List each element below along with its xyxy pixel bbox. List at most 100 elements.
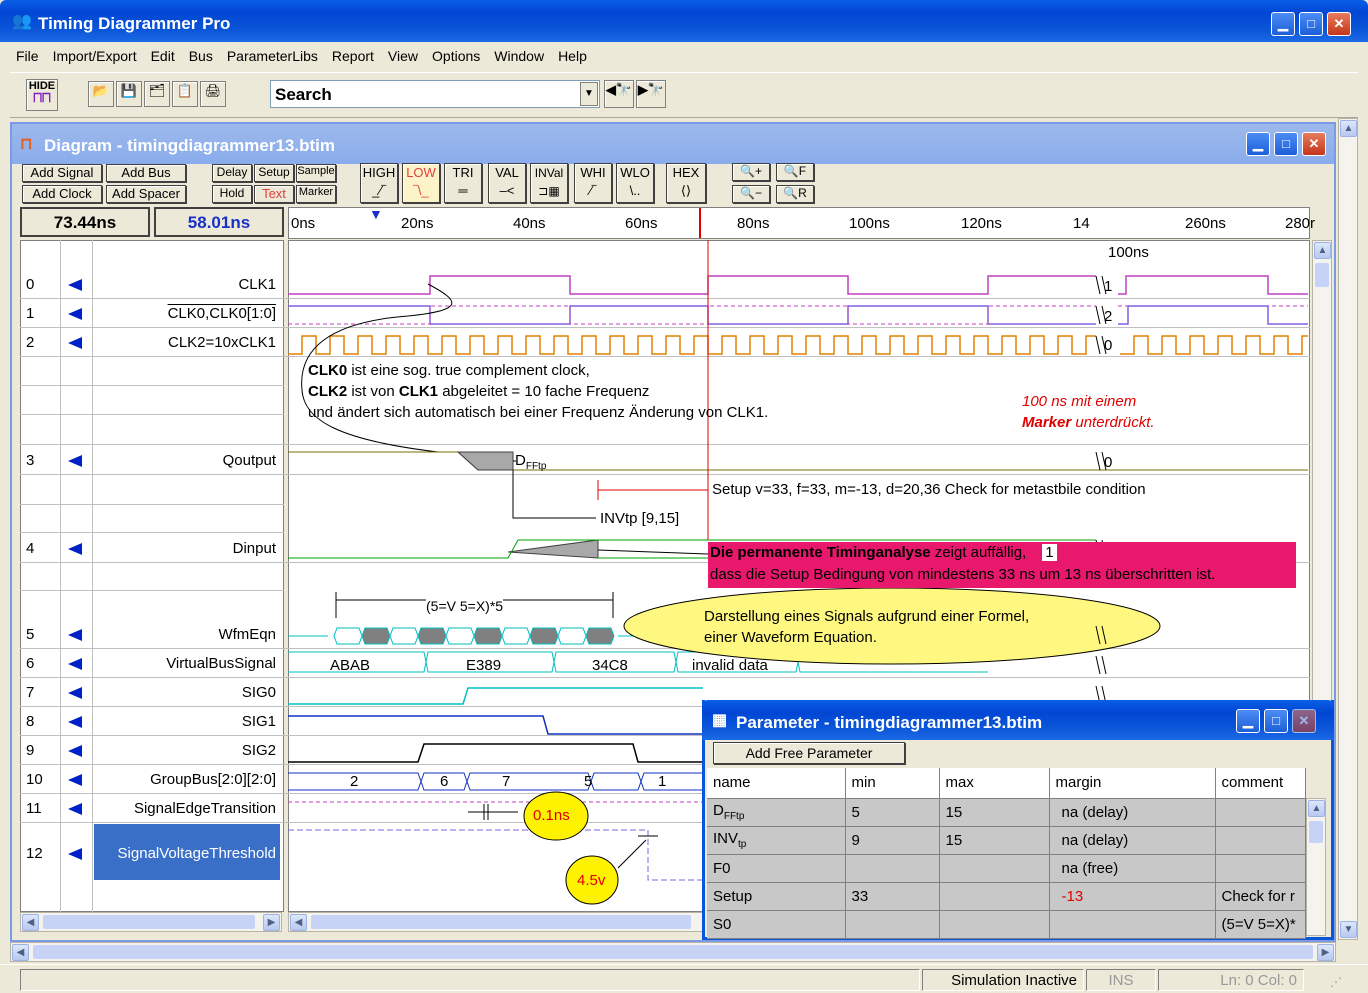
menu-help[interactable]: Help: [558, 48, 587, 64]
hold-button[interactable]: Hold: [212, 185, 252, 203]
zoom-in-button[interactable]: 🔍+: [732, 163, 770, 181]
param-vscrollbar[interactable]: ▲: [1306, 798, 1326, 936]
menu-view[interactable]: View: [388, 48, 418, 64]
param-close-button[interactable]: ✕: [1292, 709, 1316, 733]
ole-copy-icon[interactable]: 📋: [172, 81, 198, 107]
param-maximize-button[interactable]: □: [1264, 709, 1288, 733]
diagram-maximize-button[interactable]: □: [1274, 132, 1298, 156]
menu-report[interactable]: Report: [332, 48, 374, 64]
menu-bus[interactable]: Bus: [189, 48, 213, 64]
inval-button[interactable]: INVal ⊐▦: [530, 163, 568, 203]
close-button[interactable]: ✕: [1327, 12, 1351, 36]
signal-arrow-icon[interactable]: [68, 745, 82, 757]
setup-button[interactable]: Setup: [254, 164, 294, 182]
menu-parameterlibs[interactable]: ParameterLibs: [227, 48, 318, 64]
hex-button[interactable]: HEX ⟨⟩: [666, 163, 706, 203]
minimize-button[interactable]: ▁: [1271, 12, 1295, 36]
scroll-left-icon[interactable]: ◀: [290, 914, 307, 931]
menu-file[interactable]: File: [16, 48, 39, 64]
val-button[interactable]: VAL ‒<: [488, 163, 526, 203]
scroll-left-icon[interactable]: ◀: [22, 914, 39, 931]
param-minimize-button[interactable]: ▁: [1236, 709, 1260, 733]
signal-arrow-icon[interactable]: [68, 848, 82, 860]
scroll-up-icon[interactable]: ▲: [1314, 242, 1331, 259]
wfmeqn-segment: [389, 627, 419, 645]
col-header-name[interactable]: name: [707, 768, 846, 799]
signal-arrow-icon[interactable]: [68, 687, 82, 699]
zoom-reset-button[interactable]: 🔍R: [776, 185, 814, 203]
scroll-up-icon[interactable]: ▲: [1340, 120, 1357, 137]
menu-import-export[interactable]: Import/Export: [53, 48, 137, 64]
tri-button[interactable]: TRI ═: [444, 163, 482, 203]
save-all-icon[interactable]: 🗂: [144, 81, 170, 107]
signal-arrow-icon[interactable]: [68, 455, 82, 467]
table-row[interactable]: DFFtp 5 15 na (delay): [707, 798, 1306, 827]
cursor-position: Ln: 0 Col: 0: [1158, 969, 1304, 991]
whi-button[interactable]: WHI ⁄‾: [574, 163, 612, 203]
high-button[interactable]: HIGH _⁄‾: [360, 163, 398, 203]
menu-window[interactable]: Window: [494, 48, 544, 64]
search-prev-icon[interactable]: ◀🔭: [604, 80, 634, 108]
diagram-close-button[interactable]: ✕: [1302, 132, 1326, 156]
search-input[interactable]: Search: [275, 85, 332, 105]
main-hscrollbar[interactable]: ◀ ▶: [10, 942, 1336, 962]
signal-arrow-icon[interactable]: [68, 629, 82, 641]
signal-arrow-icon[interactable]: [68, 716, 82, 728]
hide-button[interactable]: HIDE ⨅⨅: [26, 79, 58, 111]
low-button[interactable]: LOW ‾\_: [402, 163, 440, 203]
names-hscrollbar[interactable]: ◀ ▶: [20, 912, 282, 932]
zoom-out-button[interactable]: 🔍−: [732, 185, 770, 203]
resize-grip-icon[interactable]: ⋰: [1330, 975, 1342, 989]
main-vscrollbar[interactable]: ▲ ▼: [1338, 118, 1358, 940]
table-row[interactable]: S0 (5=V 5=X)*: [707, 910, 1306, 939]
dfftp-label: DFFtp: [515, 452, 547, 472]
signal-arrow-icon[interactable]: [68, 279, 82, 291]
table-row[interactable]: Setup 33 -13 Check for r: [707, 882, 1306, 911]
signal-arrow-icon[interactable]: [68, 803, 82, 815]
ruler-label: 20ns: [401, 215, 434, 232]
marker-button[interactable]: Marker: [296, 185, 336, 203]
signal-arrow-icon[interactable]: [68, 337, 82, 349]
add-free-parameter-button[interactable]: Add Free Parameter: [713, 742, 905, 764]
col-header-max[interactable]: max: [939, 768, 1050, 799]
diagram-minimize-button[interactable]: ▁: [1246, 132, 1270, 156]
signal-arrow-icon[interactable]: [68, 774, 82, 786]
col-header-min[interactable]: min: [845, 768, 940, 799]
add-signal-button[interactable]: Add Signal: [22, 164, 102, 182]
scroll-right-icon[interactable]: ▶: [1317, 944, 1334, 961]
edge-label: 0.1ns: [533, 807, 570, 824]
search-combo[interactable]: Search ▼: [270, 80, 600, 108]
col-header-margin[interactable]: margin: [1049, 768, 1216, 799]
maximize-button[interactable]: □: [1299, 12, 1323, 36]
col-divider: [60, 240, 61, 912]
scroll-right-icon[interactable]: ▶: [263, 914, 280, 931]
scroll-left-icon[interactable]: ◀: [12, 944, 29, 961]
table-row[interactable]: F0 na (free): [707, 854, 1306, 883]
menu-edit[interactable]: Edit: [151, 48, 175, 64]
save-icon[interactable]: 💾: [116, 81, 142, 107]
scroll-down-icon[interactable]: ▼: [1340, 921, 1357, 938]
wlo-button[interactable]: WLO \..: [616, 163, 654, 203]
add-bus-button[interactable]: Add Bus: [106, 164, 186, 182]
scroll-up-icon[interactable]: ▲: [1308, 800, 1325, 817]
table-row[interactable]: INVtp 9 15 na (delay): [707, 826, 1306, 855]
zoom-full-button[interactable]: 🔍F: [776, 163, 814, 181]
qout-break-value: 0: [1104, 454, 1113, 471]
cursor-marker-icon[interactable]: ▼: [369, 206, 383, 222]
sample-button[interactable]: Sample: [296, 164, 336, 182]
open-folder-icon[interactable]: 📂: [88, 81, 114, 107]
menu-options[interactable]: Options: [432, 48, 480, 64]
print-icon[interactable]: 🖨: [200, 81, 226, 107]
col-header-comment[interactable]: comment: [1215, 768, 1306, 799]
search-next-icon[interactable]: ▶🔭: [636, 80, 666, 108]
chevron-down-icon[interactable]: ▼: [580, 82, 598, 106]
signal-arrow-icon[interactable]: [68, 543, 82, 555]
signal-arrow-icon[interactable]: [68, 308, 82, 320]
delay-button[interactable]: Delay: [212, 164, 252, 182]
text-button[interactable]: Text: [254, 185, 294, 203]
wave-hscrollbar[interactable]: ◀: [288, 912, 708, 932]
add-clock-button[interactable]: Add Clock: [22, 185, 102, 203]
add-spacer-button[interactable]: Add Spacer: [106, 185, 186, 203]
signal-arrow-icon[interactable]: [68, 658, 82, 670]
ruler-label: 14: [1073, 215, 1090, 232]
